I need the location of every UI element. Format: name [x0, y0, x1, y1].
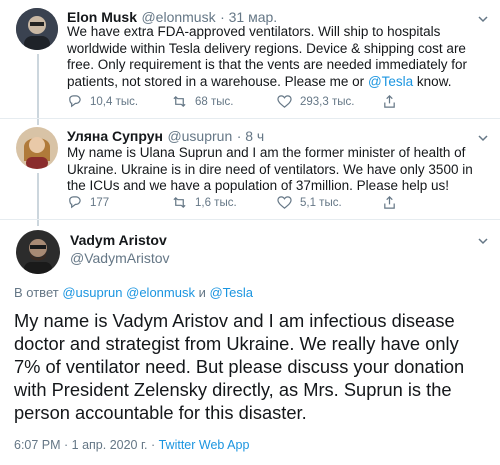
- reply-context: В ответ @usuprun @elonmusk и @Tesla: [14, 285, 253, 300]
- tweet-text-part: know.: [413, 73, 452, 89]
- chevron-down-icon[interactable]: [477, 12, 489, 24]
- author-handle[interactable]: @elonmusk: [141, 9, 215, 25]
- retweet-count: 68 тыс.: [195, 95, 234, 108]
- reply-separator: и: [194, 285, 210, 300]
- like-button[interactable]: 5,1 тыс.: [277, 195, 382, 210]
- tweet-actions: 177 1,6 тыс. 5,1 тыс.: [67, 195, 487, 210]
- thread-line: [37, 119, 39, 125]
- avatar-suprun[interactable]: [16, 127, 58, 169]
- reply-button[interactable]: 177: [67, 195, 172, 210]
- reply-count: 10,4 тыс.: [90, 95, 139, 108]
- mention-link[interactable]: @elonmusk: [126, 285, 195, 300]
- retweet-button[interactable]: 1,6 тыс.: [172, 195, 277, 210]
- reply-button[interactable]: 10,4 тыс.: [67, 94, 172, 109]
- tweet-elon[interactable]: Elon Musk @elonmusk · 31 мар. We have ex…: [0, 0, 500, 119]
- reply-prefix: В ответ: [14, 285, 63, 300]
- mention-link[interactable]: @Tesla: [209, 285, 253, 300]
- author-handle[interactable]: @VadymAristov: [70, 250, 170, 266]
- tweet-time[interactable]: · 8 ч: [237, 128, 265, 144]
- mention-link[interactable]: @usuprun: [62, 285, 122, 300]
- tweet-main: Vadym Aristov @VadymAristov В ответ @usu…: [0, 220, 500, 465]
- reply-count: 177: [90, 196, 110, 209]
- reply-icon: [69, 196, 81, 209]
- timestamp[interactable]: 6:07 PM · 1 апр. 2020 г. ·: [14, 438, 159, 452]
- retweet-icon: [173, 196, 186, 209]
- share-button[interactable]: [382, 195, 487, 210]
- chevron-down-icon[interactable]: [477, 234, 489, 246]
- main-tweet-text: My name is Vadym Aristov and I am infect…: [14, 310, 465, 423]
- author-name[interactable]: Уляна Супрун: [67, 128, 163, 144]
- like-button[interactable]: 293,3 тыс.: [277, 94, 382, 109]
- retweet-button[interactable]: 68 тыс.: [172, 94, 277, 109]
- avatar-aristov[interactable]: [16, 230, 60, 274]
- like-count: 293,3 тыс.: [300, 95, 355, 108]
- mention-link[interactable]: @Tesla: [368, 74, 413, 89]
- chevron-down-icon[interactable]: [477, 131, 489, 143]
- reply-icon: [69, 95, 81, 108]
- share-button[interactable]: [382, 94, 487, 109]
- avatar-elon[interactable]: [16, 8, 58, 50]
- share-icon: [384, 95, 395, 108]
- thread-line: [37, 54, 39, 118]
- author-handle[interactable]: @usuprun: [167, 128, 232, 144]
- like-count: 5,1 тыс.: [300, 196, 342, 209]
- tweet-suprun[interactable]: Уляна Супрун @usuprun · 8 ч My name is U…: [0, 119, 500, 220]
- thread-line: [37, 220, 39, 226]
- tweet-actions: 10,4 тыс. 68 тыс. 293,3 тыс.: [67, 94, 487, 109]
- thread-line: [37, 173, 39, 219]
- tweet-text: We have extra FDA-approved ventilators. …: [67, 24, 485, 90]
- author-name[interactable]: Elon Musk: [67, 9, 137, 25]
- like-icon: [277, 196, 292, 209]
- tweet-time[interactable]: · 31 мар.: [220, 9, 277, 25]
- author-name[interactable]: Vadym Aristov: [70, 232, 167, 248]
- tweet-text: My name is Ulana Suprun and I am the for…: [67, 145, 473, 193]
- source-link[interactable]: Twitter Web App: [159, 438, 250, 452]
- retweet-count: 1,6 тыс.: [195, 196, 237, 209]
- like-icon: [277, 95, 292, 108]
- retweet-icon: [173, 95, 186, 108]
- tweet-meta: 6:07 PM · 1 апр. 2020 г. · Twitter Web A…: [14, 438, 249, 452]
- share-icon: [384, 196, 395, 209]
